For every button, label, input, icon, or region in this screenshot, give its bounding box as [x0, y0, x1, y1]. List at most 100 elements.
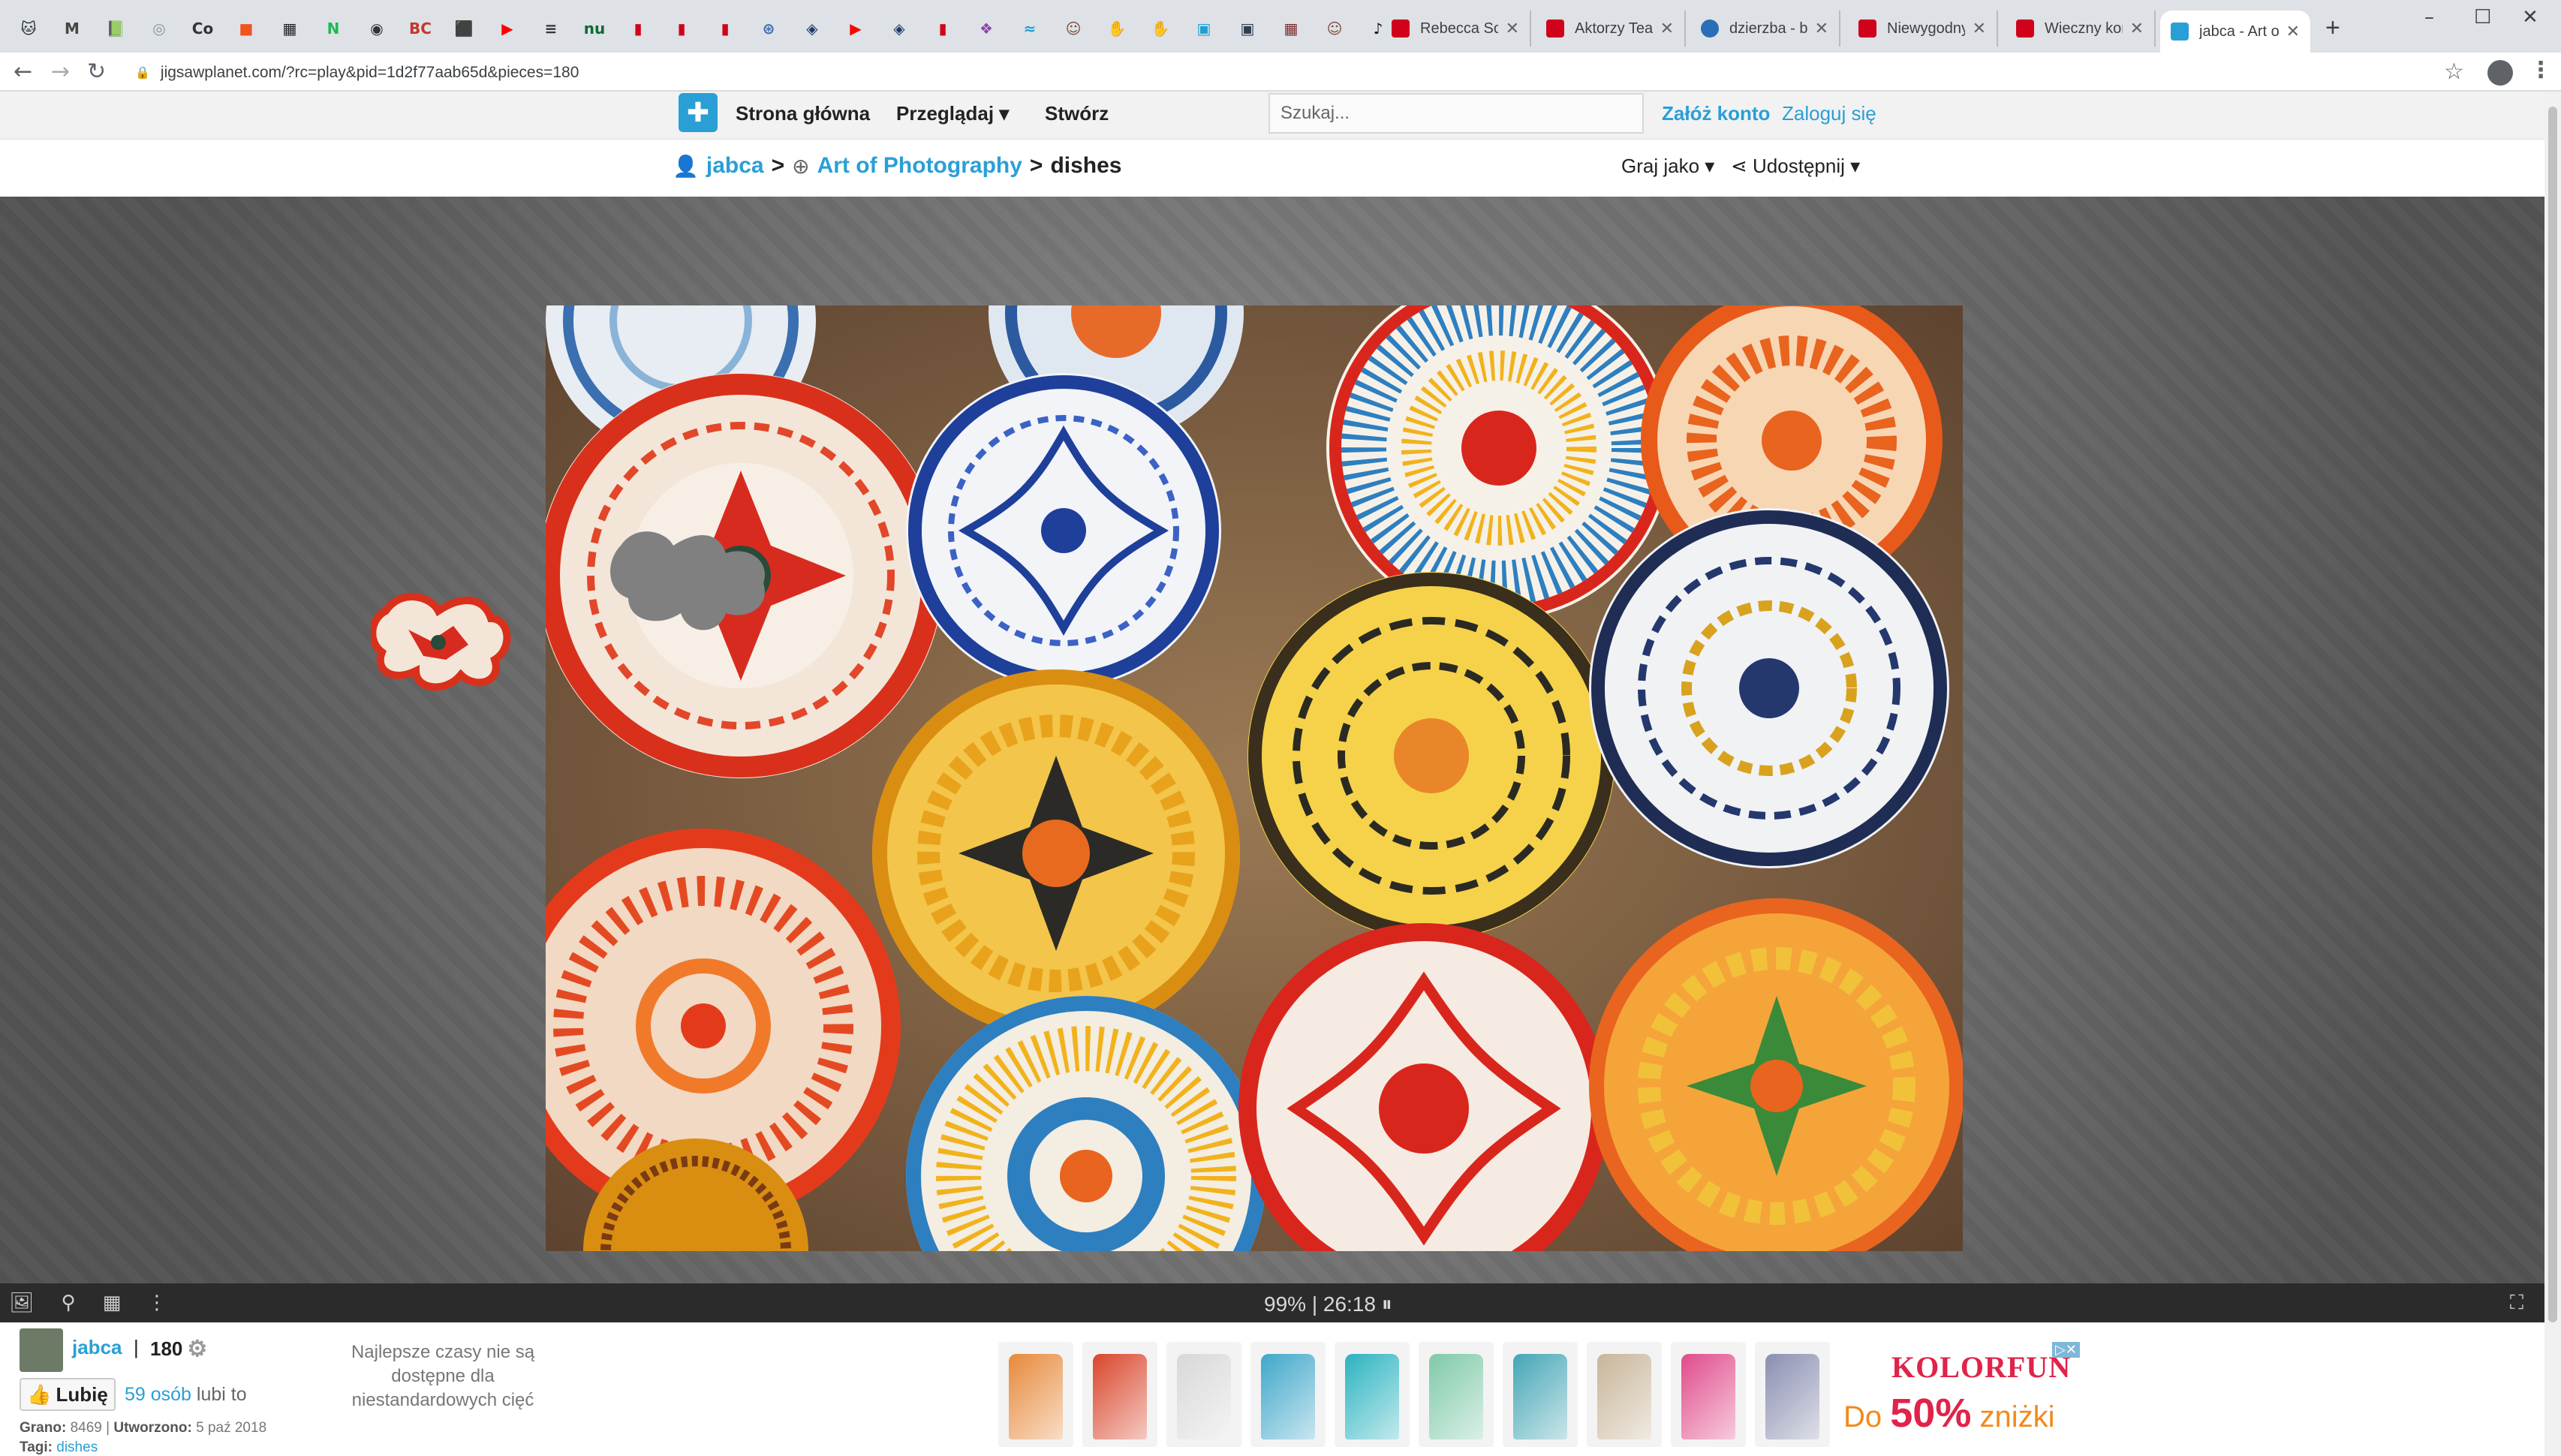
share-dropdown[interactable]: ⋖ Udostępnij ▾: [1731, 155, 1860, 178]
search-input[interactable]: Szukaj...: [1268, 93, 1644, 134]
ad-promo: Do 50% zniżki: [1843, 1390, 2055, 1436]
page-scrollbar[interactable]: [2544, 92, 2561, 1456]
close-icon[interactable]: ✕: [2130, 19, 2144, 38]
jigsaw-planet-logo-icon[interactable]: ✚: [679, 93, 718, 132]
globe-icon[interactable]: ⊛: [751, 11, 787, 47]
pause-icon[interactable]: ⏸: [1382, 1292, 1392, 1316]
forward-arrow-icon[interactable]: →: [51, 59, 70, 85]
browser-tab[interactable]: Wieczny konflikt ✕: [2006, 11, 2156, 47]
bc-icon[interactable]: BC: [402, 11, 438, 47]
tvn-icon[interactable]: ≡: [533, 11, 569, 47]
arrange-pieces-icon[interactable]: ▦: [99, 1291, 125, 1315]
photo-grid-icon[interactable]: ▦: [1273, 11, 1309, 47]
ad-product-image[interactable]: [1671, 1342, 1746, 1447]
browser-tab[interactable]: Rebecca Solnit ✕: [1381, 11, 1531, 47]
like-button[interactable]: 👍 Lubię: [20, 1378, 116, 1411]
blue-square-icon[interactable]: ◈: [794, 11, 830, 47]
address-bar[interactable]: 🔒 jigsawplanet.com/?rc=play&pid=1d2f77aa…: [135, 59, 2424, 87]
ad-product-image[interactable]: [1419, 1342, 1494, 1447]
browser-tab[interactable]: Aktorzy Teatru ✕: [1536, 11, 1686, 47]
bookmark-star-icon[interactable]: ☆: [2444, 59, 2464, 85]
red-doc-icon: [1392, 20, 1410, 38]
dark-box-icon[interactable]: ▣: [1229, 11, 1265, 47]
close-icon[interactable]: ✕: [1973, 19, 1986, 38]
n-green-icon[interactable]: N: [315, 11, 351, 47]
author-link[interactable]: jabca: [72, 1336, 122, 1359]
red-doc-icon[interactable]: ▮: [664, 11, 700, 47]
nu-icon[interactable]: nu: [576, 11, 612, 47]
browser-tab[interactable]: dzierzba - blog ✕: [1690, 11, 1840, 47]
co-icon[interactable]: Co: [185, 11, 221, 47]
ad-product-image[interactable]: [1335, 1342, 1410, 1447]
share-icon: ⋖: [1731, 155, 1747, 177]
nav-create[interactable]: Stwórz: [1045, 102, 1109, 125]
breadcrumb-album[interactable]: Art of Photography: [817, 153, 1022, 179]
url-text: jigsawplanet.com/?rc=play&pid=1d2f77aab6…: [160, 64, 579, 81]
youtube-icon[interactable]: ▶: [838, 11, 874, 47]
image-preview-icon[interactable]: 🖼: [9, 1291, 35, 1315]
back-arrow-icon[interactable]: ←: [14, 59, 32, 85]
red-doc-icon[interactable]: ▮: [707, 11, 743, 47]
minimize-icon[interactable]: –: [2424, 6, 2434, 29]
nav-home[interactable]: Strona główna: [736, 102, 870, 125]
nav-browse[interactable]: Przeglądaj ▾: [896, 102, 1009, 125]
blue-square-icon[interactable]: ◈: [881, 11, 917, 47]
puzzle-image[interactable]: [546, 305, 1963, 1251]
ghost-image-icon[interactable]: ⚲: [56, 1291, 81, 1315]
mail-grid-icon[interactable]: ▦: [272, 11, 308, 47]
grey-circle-icon[interactable]: ◎: [141, 11, 177, 47]
cyan-box-icon[interactable]: ▣: [1186, 11, 1222, 47]
github-icon[interactable]: 🐱: [11, 11, 47, 47]
more-options-icon[interactable]: ⋮: [144, 1291, 170, 1315]
tag-link[interactable]: dishes: [56, 1439, 98, 1455]
fullscreen-icon[interactable]: ⛶: [2504, 1291, 2529, 1315]
scrollbar-thumb[interactable]: [2548, 107, 2557, 1322]
ad-product-image[interactable]: [1166, 1342, 1241, 1447]
red-doc-icon[interactable]: ▮: [925, 11, 961, 47]
likes-count-link[interactable]: 59 osób: [125, 1384, 191, 1405]
played-value: 8469: [70, 1420, 102, 1436]
ad-brand: KOLORFUN: [1891, 1350, 2072, 1384]
new-tab-button[interactable]: +: [2325, 14, 2340, 43]
green-book-icon[interactable]: 📗: [98, 11, 134, 47]
close-icon[interactable]: ✕: [1660, 19, 1674, 38]
purple-flower-icon[interactable]: ❖: [968, 11, 1004, 47]
box-icon[interactable]: ⬛: [446, 11, 482, 47]
browser-tab[interactable]: Niewygodny ✕: [1848, 11, 1998, 47]
red-doc-icon[interactable]: ▮: [620, 11, 656, 47]
gmail-icon[interactable]: M: [54, 11, 90, 47]
orange-app-icon[interactable]: ■: [228, 11, 264, 47]
face-icon[interactable]: ☺: [1055, 11, 1091, 47]
face-icon[interactable]: ☺: [1317, 11, 1353, 47]
ad-product-image[interactable]: [998, 1342, 1073, 1447]
ad-product-image[interactable]: [1503, 1342, 1578, 1447]
advertisement-banner[interactable]: KOLORFUN Do 50% zniżki ▷✕: [998, 1342, 2094, 1447]
ad-product-image[interactable]: [1755, 1342, 1830, 1447]
yellow-hand-icon[interactable]: ✋: [1099, 11, 1135, 47]
window-close-icon[interactable]: ✕: [2522, 6, 2538, 29]
breadcrumb-user[interactable]: jabca: [706, 153, 764, 179]
login-link[interactable]: Zaloguj się: [1782, 102, 1876, 125]
close-icon[interactable]: ✕: [2286, 22, 2300, 41]
yellow-hand-icon[interactable]: ✋: [1142, 11, 1178, 47]
browser-toolbar: ← → ↻ 🔒 jigsawplanet.com/?rc=play&pid=1d…: [0, 53, 2561, 92]
reload-icon[interactable]: ↻: [87, 59, 106, 85]
browser-tab-active[interactable]: jabca - Art of ✕: [2160, 11, 2310, 53]
signup-link[interactable]: Załóż konto: [1662, 102, 1770, 125]
avatar[interactable]: [20, 1328, 63, 1372]
ad-product-image[interactable]: [1082, 1342, 1157, 1447]
maximize-icon[interactable]: ☐: [2474, 6, 2491, 29]
youtube-icon[interactable]: ▶: [489, 11, 525, 47]
pocket-icon[interactable]: ◉: [359, 11, 395, 47]
loose-puzzle-piece[interactable]: [369, 588, 512, 693]
ad-choices-icon[interactable]: ▷✕: [2052, 1342, 2080, 1358]
cyan-app-icon[interactable]: ≈: [1012, 11, 1048, 47]
browser-menu-icon[interactable]: ⋮: [2529, 57, 2552, 83]
piece-count-value: 180: [150, 1337, 183, 1360]
profile-avatar-icon[interactable]: [2487, 60, 2513, 86]
play-as-dropdown[interactable]: Graj jako ▾: [1621, 155, 1714, 178]
ad-product-image[interactable]: [1587, 1342, 1662, 1447]
ad-product-image[interactable]: [1250, 1342, 1326, 1447]
close-icon[interactable]: ✕: [1815, 19, 1828, 38]
close-icon[interactable]: ✕: [1506, 19, 1519, 38]
